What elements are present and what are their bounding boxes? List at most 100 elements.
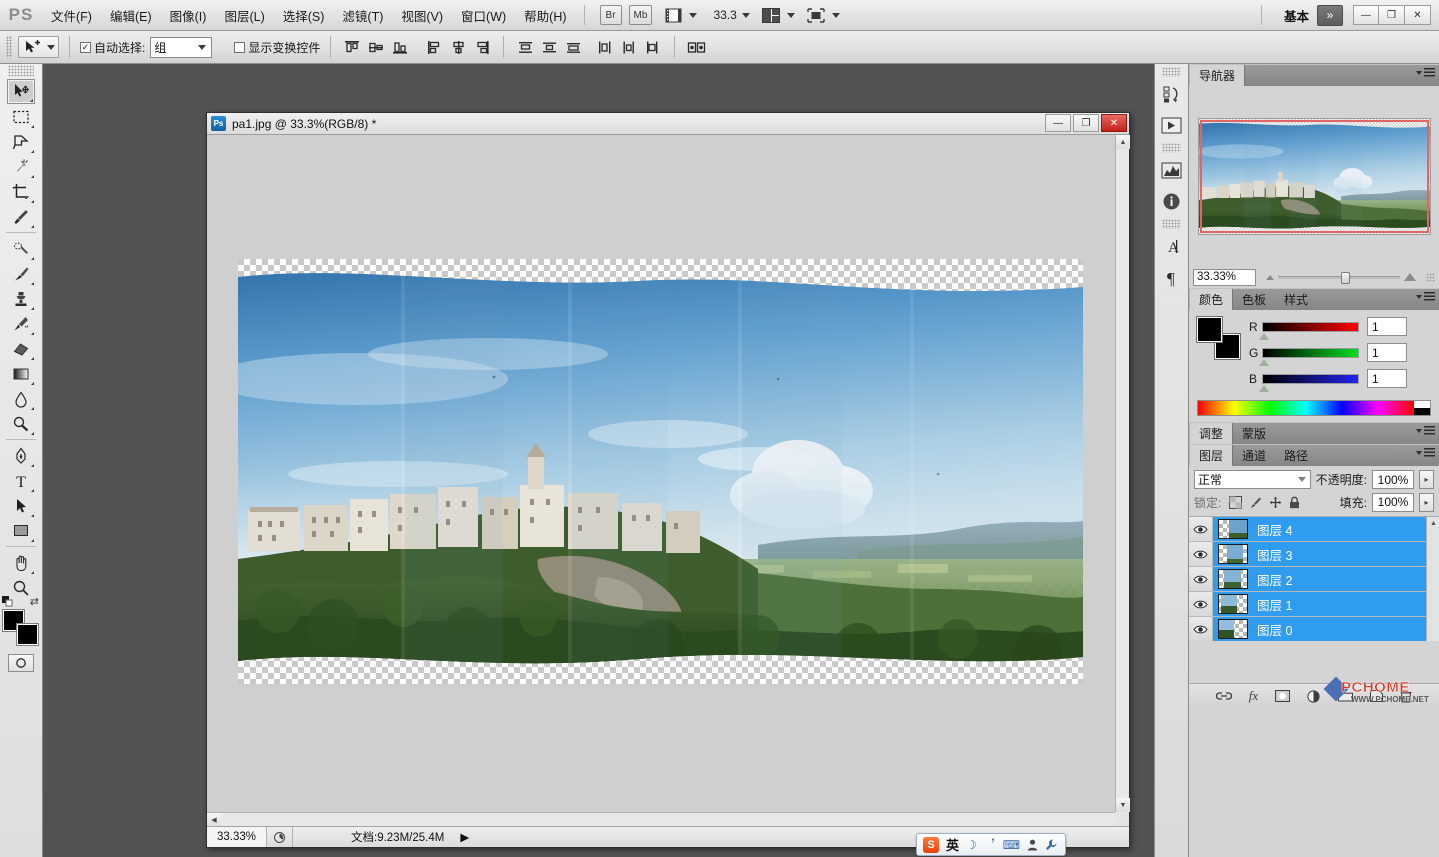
layer-style-icon[interactable]: fx: [1249, 688, 1258, 704]
auto-align-layers-button[interactable]: [685, 37, 707, 57]
scroll-down-arrow-icon[interactable]: ▼: [1116, 798, 1130, 812]
blend-mode-dropdown[interactable]: 正常: [1194, 470, 1311, 489]
rail-grip-3[interactable]: [1162, 219, 1181, 229]
window-restore-button[interactable]: ❐: [1379, 5, 1405, 25]
channel-knob-b[interactable]: [1259, 384, 1269, 392]
navigator-slider-track[interactable]: [1278, 271, 1400, 284]
align-left-edges-button[interactable]: [423, 37, 445, 57]
lock-transparent-pixels-icon[interactable]: [1229, 495, 1243, 509]
table-row[interactable]: 图层 2: [1189, 567, 1439, 592]
tab-layers[interactable]: 图层: [1189, 445, 1234, 466]
tools-panel-grip[interactable]: [8, 65, 34, 77]
channel-value-b[interactable]: 1: [1367, 369, 1407, 388]
mini-bridge-icon[interactable]: [1158, 112, 1185, 139]
path-selection-tool-flyout-icon[interactable]: [31, 514, 34, 517]
document-minimize-button[interactable]: —: [1045, 114, 1071, 132]
eraser-tool-flyout-icon[interactable]: [31, 357, 34, 360]
color-foreground-swatch[interactable]: [1196, 316, 1223, 343]
ime-user-icon[interactable]: [1027, 839, 1038, 851]
tab-navigator[interactable]: 导航器: [1189, 65, 1246, 86]
lasso-tool-flyout-icon[interactable]: [31, 150, 34, 153]
navigator-resize-grip[interactable]: [1426, 272, 1435, 282]
channel-knob-g[interactable]: [1259, 358, 1269, 366]
delete-layer-icon[interactable]: [1400, 690, 1412, 703]
options-bar-grip[interactable]: [6, 36, 12, 58]
channel-track-r[interactable]: [1259, 321, 1359, 340]
rectangle-tool-flyout-icon[interactable]: [31, 539, 34, 542]
channel-knob-r[interactable]: [1259, 332, 1269, 340]
default-colors-icon[interactable]: [2, 596, 13, 607]
magic-wand-tool-flyout-icon[interactable]: [31, 175, 34, 178]
document-zoom-value[interactable]: 33.33%: [207, 827, 267, 847]
view-extras-caret-icon[interactable]: [689, 12, 698, 18]
dodge-tool-flyout-icon[interactable]: [31, 432, 34, 435]
pen-tool[interactable]: [7, 443, 35, 468]
hand-tool-flyout-icon[interactable]: [31, 571, 34, 574]
eyedropper-tool[interactable]: [7, 204, 35, 229]
pen-tool-flyout-icon[interactable]: [31, 464, 34, 467]
distribute-left-edges-button[interactable]: [594, 37, 616, 57]
zoom-level-caret-icon[interactable]: [741, 12, 750, 18]
channel-value-r[interactable]: 1: [1367, 317, 1407, 336]
adjustments-panel-menu[interactable]: [1416, 426, 1435, 435]
tab-adjustments[interactable]: 调整: [1189, 423, 1234, 444]
layers-panel-menu[interactable]: [1416, 448, 1435, 457]
document-close-button[interactable]: ✕: [1101, 114, 1127, 132]
type-tool[interactable]: T: [7, 468, 35, 493]
history-brush-tool-flyout-icon[interactable]: [31, 332, 34, 335]
ime-moon-icon[interactable]: ☽: [966, 838, 977, 852]
align-horizontal-centers-button[interactable]: [447, 37, 469, 57]
fill-input[interactable]: 100%: [1372, 492, 1414, 512]
arrange-documents-icon[interactable]: [760, 6, 782, 24]
lasso-tool[interactable]: [7, 129, 35, 154]
table-row[interactable]: 图层 3: [1189, 542, 1439, 567]
tool-preset-picker[interactable]: [18, 36, 59, 58]
layer-thumbnail[interactable]: [1218, 519, 1248, 539]
crop-tool[interactable]: [7, 179, 35, 204]
character-icon[interactable]: A: [1158, 233, 1185, 260]
document-maximize-button[interactable]: ❐: [1073, 114, 1099, 132]
path-selection-tool[interactable]: [7, 493, 35, 518]
clone-stamp-tool[interactable]: [7, 286, 35, 311]
eyedropper-tool-flyout-icon[interactable]: [31, 225, 34, 228]
window-close-button[interactable]: ✕: [1405, 5, 1431, 25]
menu-edit[interactable]: 编辑(E): [101, 2, 161, 29]
workspace-more-button[interactable]: »: [1317, 4, 1343, 26]
lock-position-icon[interactable]: [1269, 496, 1282, 509]
mini-bridge-button[interactable]: Mb: [628, 5, 653, 25]
channel-track-b[interactable]: [1259, 373, 1359, 392]
layer-visibility-toggle[interactable]: [1189, 617, 1213, 641]
zoom-level-value[interactable]: 33.3: [713, 8, 736, 22]
screen-mode-icon[interactable]: [805, 6, 827, 24]
clone-stamp-tool-flyout-icon[interactable]: [31, 307, 34, 310]
gradient-tool[interactable]: [7, 361, 35, 386]
brush-tool-flyout-icon[interactable]: [31, 282, 34, 285]
layers-list[interactable]: 图层 4 图层 3 图层 2 图层 1 图层 0 ▲: [1189, 516, 1439, 641]
blur-tool-flyout-icon[interactable]: [31, 407, 34, 410]
info-icon[interactable]: [1158, 188, 1185, 215]
canvas-vertical-scrollbar[interactable]: ▲ ▼: [1115, 135, 1130, 812]
history-brush-tool[interactable]: [7, 311, 35, 336]
move-tool-flyout-icon[interactable]: [30, 99, 33, 102]
align-right-edges-button[interactable]: [471, 37, 493, 57]
layer-thumbnail[interactable]: [1218, 619, 1248, 639]
timing-icon[interactable]: [267, 827, 293, 847]
layer-thumbnail[interactable]: [1218, 544, 1248, 564]
link-layers-icon[interactable]: [1215, 691, 1232, 701]
layer-thumbnail[interactable]: [1218, 569, 1248, 589]
rectangle-tool[interactable]: [7, 518, 35, 543]
ime-toolbar[interactable]: S 英 ☽ ︐ ⌨: [916, 833, 1066, 856]
table-row[interactable]: 图层 4: [1189, 517, 1439, 542]
blur-tool[interactable]: [7, 386, 35, 411]
ime-tools-icon[interactable]: [1045, 839, 1057, 851]
scroll-up-arrow-icon[interactable]: ▲: [1116, 135, 1130, 149]
ime-mode-label[interactable]: 英: [946, 835, 959, 854]
type-tool-flyout-icon[interactable]: [31, 489, 34, 492]
marquee-tool-flyout-icon[interactable]: [31, 125, 34, 128]
bridge-button[interactable]: Br: [599, 5, 622, 25]
color-panel-menu[interactable]: [1416, 292, 1435, 301]
canvas-area[interactable]: [207, 135, 1115, 812]
history-icon[interactable]: [1158, 81, 1185, 108]
opacity-input[interactable]: 100%: [1372, 470, 1414, 489]
menu-select[interactable]: 选择(S): [274, 2, 334, 29]
